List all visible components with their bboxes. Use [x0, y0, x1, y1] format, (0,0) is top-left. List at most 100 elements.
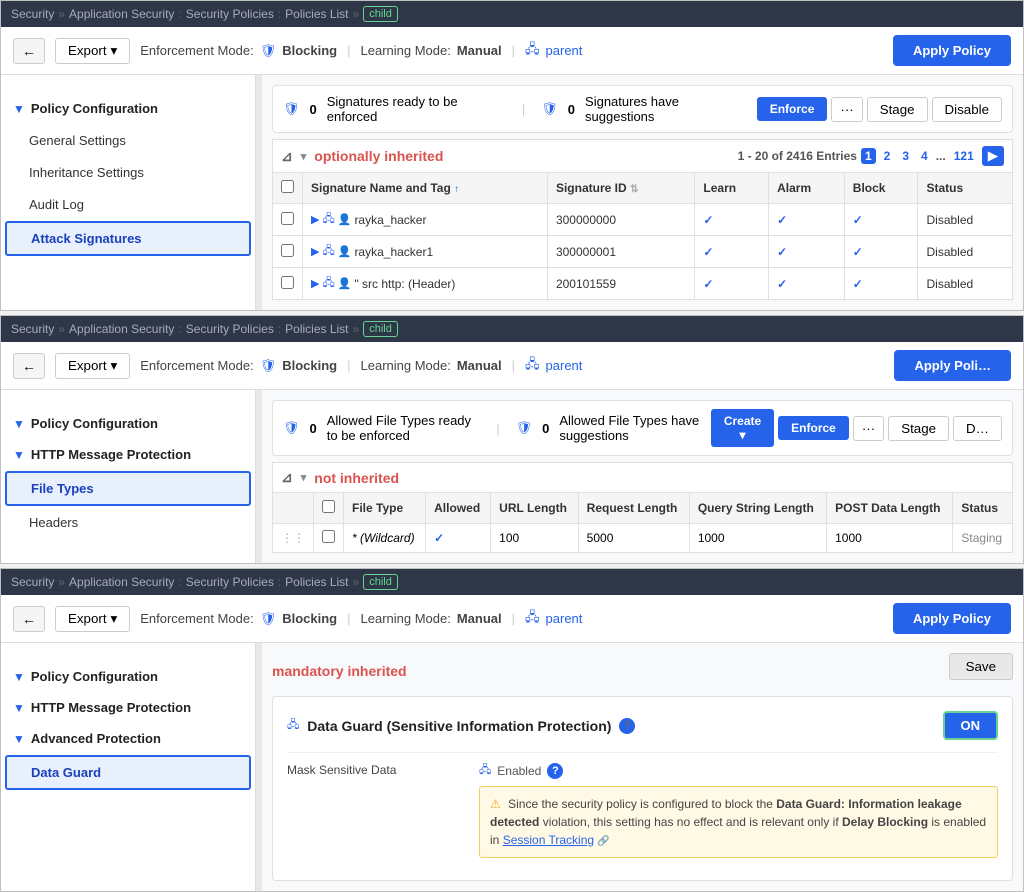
- table-row: ▶ 🖧 👤 " src http: (Header) 200101559 ✓ ✓…: [273, 268, 1013, 300]
- expand-icon-3[interactable]: ▶: [311, 277, 319, 290]
- status-r1: Disabled: [918, 204, 1013, 236]
- policy-config-header-3[interactable]: ▼ Policy Configuration: [1, 661, 255, 692]
- filter-icon-1[interactable]: ⊿: [281, 148, 293, 165]
- parent-link-1[interactable]: parent: [546, 43, 583, 58]
- drag-handle-ft1[interactable]: ⋮⋮: [281, 531, 305, 545]
- mask-enabled-row: 🖧 Enabled ?: [479, 761, 998, 780]
- sidebar-item-attack-signatures[interactable]: Attack Signatures: [5, 221, 251, 256]
- stage-button-1[interactable]: Stage: [867, 97, 928, 122]
- sidebar-item-data-guard[interactable]: Data Guard: [5, 755, 251, 790]
- more-button-2[interactable]: ···: [853, 416, 884, 441]
- create-button[interactable]: Create ▾: [711, 409, 774, 447]
- signatures-table: Signature Name and Tag Signature ID ⇅ Le…: [272, 172, 1013, 300]
- sidebar-item-headers[interactable]: Headers: [5, 507, 251, 538]
- warning-bold-2: Delay Blocking: [842, 815, 928, 829]
- col-allowed: Allowed: [426, 493, 491, 524]
- apply-policy-button-3[interactable]: Apply Policy: [893, 603, 1011, 634]
- alarm-check-r2: ✓: [777, 245, 787, 259]
- bc-security[interactable]: Security: [11, 7, 54, 21]
- group-icon-r3: 🖧: [322, 274, 334, 293]
- main-area-1: ▼ Policy Configuration General Settings …: [1, 75, 1023, 310]
- bc-child: child: [363, 6, 398, 22]
- apply-policy-button-1[interactable]: Apply Policy: [893, 35, 1011, 66]
- bc-policies-list-3[interactable]: Policies List: [285, 575, 348, 589]
- http-protection-header-3[interactable]: ▼ HTTP Message Protection: [1, 692, 255, 723]
- parent-link-2[interactable]: parent: [546, 358, 583, 373]
- bc-app-security[interactable]: Application Security: [69, 7, 174, 21]
- bc-security-2[interactable]: Security: [11, 322, 54, 336]
- http-protection-header[interactable]: ▼ HTTP Message Protection: [1, 439, 255, 470]
- advanced-protection-header[interactable]: ▼ Advanced Protection: [1, 723, 255, 754]
- toggle-icon-adv: ▼: [13, 732, 25, 746]
- disable-button-2[interactable]: D…: [953, 416, 1002, 441]
- apply-policy-button-2[interactable]: Apply Poli…: [894, 350, 1011, 381]
- save-button[interactable]: Save: [949, 653, 1013, 680]
- page-1[interactable]: 1: [861, 148, 876, 164]
- shield-sm-icon-4: 🛡: [516, 420, 533, 436]
- back-button-1[interactable]: ←: [13, 38, 45, 64]
- bc-policies-list-2[interactable]: Policies List: [285, 322, 348, 336]
- breadcrumb-bar-1: Security » Application Security : Securi…: [1, 1, 1023, 27]
- file-types-section: Security » Application Security : Securi…: [0, 315, 1024, 564]
- expand-icon-1[interactable]: ▶: [311, 213, 319, 226]
- bc-app-security-3[interactable]: Application Security: [69, 575, 174, 589]
- col-query-string-length: Query String Length: [689, 493, 826, 524]
- more-button-1[interactable]: ···: [831, 97, 862, 122]
- page-4[interactable]: 4: [917, 148, 932, 164]
- filter-icon-2[interactable]: ⊿: [281, 469, 293, 486]
- shield-sm-icon-3: 🛡: [283, 420, 300, 436]
- enforce-button-2[interactable]: Enforce: [778, 416, 849, 440]
- ft-ready-count: 0: [310, 421, 317, 436]
- bc-security-policies-3[interactable]: Security Policies: [186, 575, 274, 589]
- back-button-3[interactable]: ←: [13, 606, 45, 632]
- expand-icon-2[interactable]: ▶: [311, 245, 319, 258]
- export-button-3[interactable]: Export ▾: [55, 606, 130, 632]
- row-cb-3[interactable]: [281, 276, 294, 289]
- policy-config-header-2[interactable]: ▼ Policy Configuration: [1, 408, 255, 439]
- ft-name-1: * (Wildcard): [352, 531, 415, 545]
- export-button-2[interactable]: Export ▾: [55, 353, 130, 379]
- group-icon-r1: 🖧: [322, 210, 334, 229]
- bc-app-security-2[interactable]: Application Security: [69, 322, 174, 336]
- sidebar-item-general-settings[interactable]: General Settings: [5, 125, 251, 156]
- policy-config-label-2: Policy Configuration: [31, 416, 158, 431]
- bc-security-policies-2[interactable]: Security Policies: [186, 322, 274, 336]
- bc-security-policies[interactable]: Security Policies: [186, 7, 274, 21]
- select-all-cb-1[interactable]: [281, 180, 294, 193]
- select-all-cb-ft[interactable]: [322, 500, 335, 513]
- enforcement-info-3: Enforcement Mode: 🛡 Blocking | Learning …: [140, 608, 582, 630]
- help-icon-mask[interactable]: ?: [547, 763, 563, 779]
- toggle-icon-pc-2: ▼: [13, 417, 25, 431]
- session-tracking-link[interactable]: Session Tracking: [503, 833, 594, 847]
- chevron-down-icon-3: ▾: [111, 611, 118, 627]
- help-icon-dg[interactable]: ?: [619, 718, 635, 734]
- back-button-2[interactable]: ←: [13, 353, 45, 379]
- sidebar-item-file-types[interactable]: File Types: [5, 471, 251, 506]
- sidebar-item-audit-log[interactable]: Audit Log: [5, 189, 251, 220]
- sidebar-item-inheritance-settings[interactable]: Inheritance Settings: [5, 157, 251, 188]
- shield-icon-2: 🛡: [260, 358, 277, 374]
- dg-title-row: 🖧 Data Guard (Sensitive Information Prot…: [287, 711, 998, 740]
- main-area-3: ▼ Policy Configuration ▼ HTTP Message Pr…: [1, 643, 1023, 891]
- table-row: ⋮⋮ * (Wildcard) ✓ 100 5000 1000 1000 Sta…: [273, 524, 1013, 553]
- dg-toggle-button[interactable]: ON: [943, 711, 999, 740]
- stage-button-2[interactable]: Stage: [888, 416, 949, 441]
- user-icon-r3: 👤: [338, 277, 352, 290]
- enforce-button-1[interactable]: Enforce: [757, 97, 828, 121]
- bc-policies-list[interactable]: Policies List: [285, 7, 348, 21]
- bc-security-3[interactable]: Security: [11, 575, 54, 589]
- content-panel-3: mandatory inherited Save 🖧 Data Guard (S…: [262, 643, 1023, 891]
- warning-text-part1: Since the security policy is configured …: [508, 797, 776, 811]
- policy-config-header-1[interactable]: ▼ Policy Configuration: [1, 93, 255, 124]
- row-cb-2[interactable]: [281, 244, 294, 257]
- page-2[interactable]: 2: [880, 148, 895, 164]
- page-121[interactable]: 121: [950, 148, 978, 164]
- col-status: Status: [918, 173, 1013, 204]
- disable-button-1[interactable]: Disable: [932, 97, 1002, 122]
- ft-row-cb-1[interactable]: [322, 530, 335, 543]
- row-cb-1[interactable]: [281, 212, 294, 225]
- page-next-btn-1[interactable]: ▶: [982, 146, 1004, 166]
- export-button-1[interactable]: Export ▾: [55, 38, 130, 64]
- page-3[interactable]: 3: [898, 148, 913, 164]
- parent-link-3[interactable]: parent: [546, 611, 583, 626]
